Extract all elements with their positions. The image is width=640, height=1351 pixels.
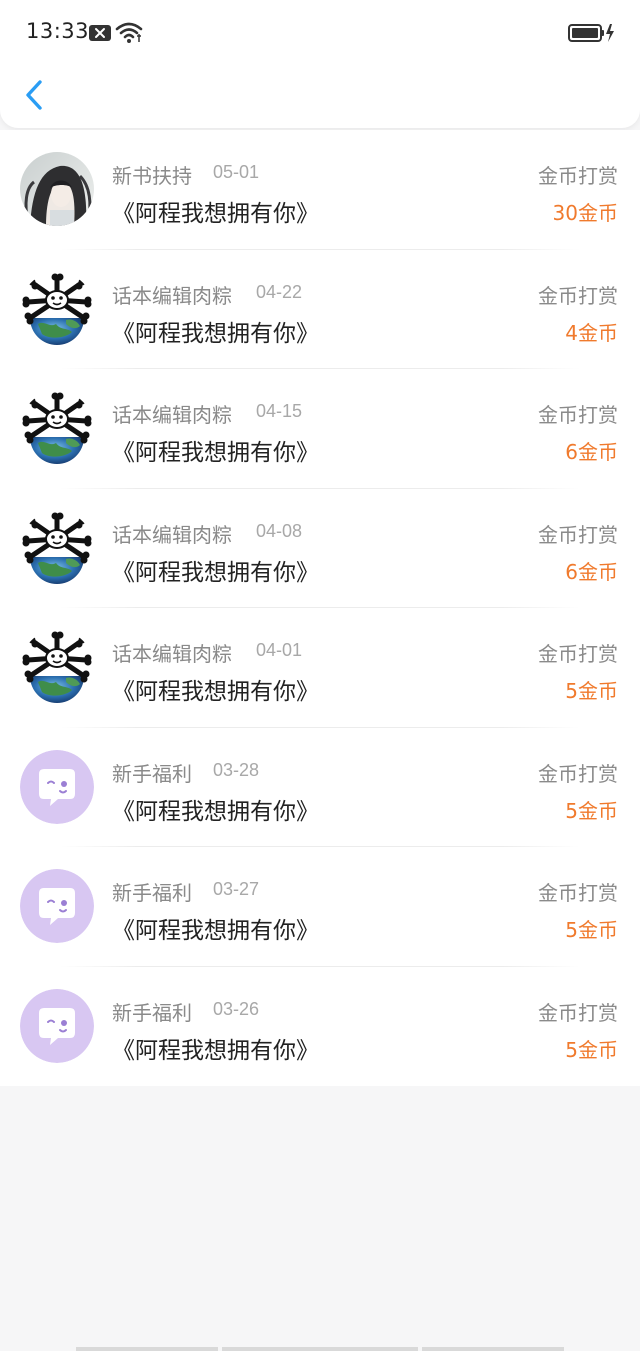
book-title: 《阿程我想拥有你》 [112, 1037, 319, 1064]
avatar [20, 391, 94, 465]
status-bar: 13:33 [0, 0, 640, 64]
reward-type: 金币打赏 [538, 1000, 618, 1025]
book-title: 《阿程我想拥有你》 [112, 918, 319, 944]
avatar [20, 630, 94, 704]
reward-amount: 30金币 [552, 201, 618, 225]
record-row[interactable]: 新手福利 03-26 《阿程我想拥有你》 金币打赏 5金币 [0, 967, 640, 1087]
book-title: 《阿程我想拥有你》 [112, 440, 319, 466]
notification-x-icon [89, 25, 111, 41]
top-app-bar: 13:33 [0, 0, 640, 128]
record-date: 05-01 [213, 162, 260, 182]
reward-type: 金币打赏 [538, 881, 618, 905]
reward-type: 金币打赏 [538, 283, 618, 308]
reward-amount: 5金币 [565, 1037, 618, 1062]
reward-type: 金币打赏 [538, 522, 618, 547]
record-date: 04-08 [256, 520, 303, 541]
sender-name: 新手福利 [112, 1000, 192, 1025]
book-title: 《阿程我想拥有你》 [112, 559, 319, 586]
sender-name: 新手福利 [112, 881, 192, 905]
avatar [20, 272, 94, 346]
record-date: 04-22 [256, 281, 303, 302]
back-button[interactable] [16, 74, 56, 118]
record-date: 03-27 [213, 879, 260, 899]
record-row[interactable]: 话本编辑肉粽 04-22 《阿程我想拥有你》 金币打赏 4金币 [0, 250, 640, 370]
book-title: 《阿程我想拥有你》 [112, 798, 319, 825]
record-row[interactable]: 话本编辑肉粽 04-15 《阿程我想拥有你》 金币打赏 6金币 [0, 369, 640, 489]
sender-name: 新手福利 [112, 761, 192, 786]
battery-charging-icon [568, 24, 614, 42]
record-row[interactable]: 话本编辑肉粽 04-01 《阿程我想拥有你》 金币打赏 5金币 [0, 608, 640, 728]
reward-amount: 6金币 [565, 559, 618, 584]
home-indicator-segment [222, 1347, 418, 1351]
sender-name: 话本编辑肉粽 [112, 283, 232, 308]
reward-type: 金币打赏 [538, 761, 618, 786]
chevron-left-icon [26, 80, 42, 110]
record-date: 04-15 [256, 401, 303, 421]
record-date: 04-01 [256, 640, 303, 660]
record-row[interactable]: 新书扶持 05-01 《阿程我想拥有你》 金币打赏 30金币 [0, 130, 640, 250]
reward-type: 金币打赏 [538, 403, 618, 427]
reward-type: 金币打赏 [538, 164, 618, 188]
wifi-icon [115, 22, 143, 43]
record-date: 03-28 [213, 759, 260, 780]
reward-amount: 4金币 [565, 320, 618, 345]
sender-name: 话本编辑肉粽 [112, 522, 232, 547]
reward-amount: 6金币 [565, 440, 618, 464]
home-indicator-segment [76, 1347, 218, 1351]
status-time: 13:33 [26, 19, 90, 43]
sender-name: 新书扶持 [112, 164, 192, 188]
reward-amount: 5金币 [565, 679, 618, 703]
record-date: 03-26 [213, 998, 260, 1019]
avatar [20, 869, 94, 943]
book-title: 《阿程我想拥有你》 [112, 320, 319, 347]
reward-amount: 5金币 [565, 918, 618, 942]
avatar [20, 152, 94, 226]
avatar [20, 750, 94, 824]
avatar [20, 989, 94, 1063]
sender-name: 话本编辑肉粽 [112, 642, 232, 666]
reward-amount: 5金币 [565, 798, 618, 823]
book-title: 《阿程我想拥有你》 [112, 679, 319, 705]
record-row[interactable]: 话本编辑肉粽 04-08 《阿程我想拥有你》 金币打赏 6金币 [0, 489, 640, 609]
avatar [20, 511, 94, 585]
sender-name: 话本编辑肉粽 [112, 403, 232, 427]
reward-type: 金币打赏 [538, 642, 618, 666]
book-title: 《阿程我想拥有你》 [112, 201, 319, 227]
reward-record-list: 新书扶持 05-01 《阿程我想拥有你》 金币打赏 30金币 话本编辑肉粽 04… [0, 130, 640, 1086]
home-indicator-segment [422, 1347, 564, 1351]
record-row[interactable]: 新手福利 03-28 《阿程我想拥有你》 金币打赏 5金币 [0, 728, 640, 848]
record-row[interactable]: 新手福利 03-27 《阿程我想拥有你》 金币打赏 5金币 [0, 847, 640, 967]
